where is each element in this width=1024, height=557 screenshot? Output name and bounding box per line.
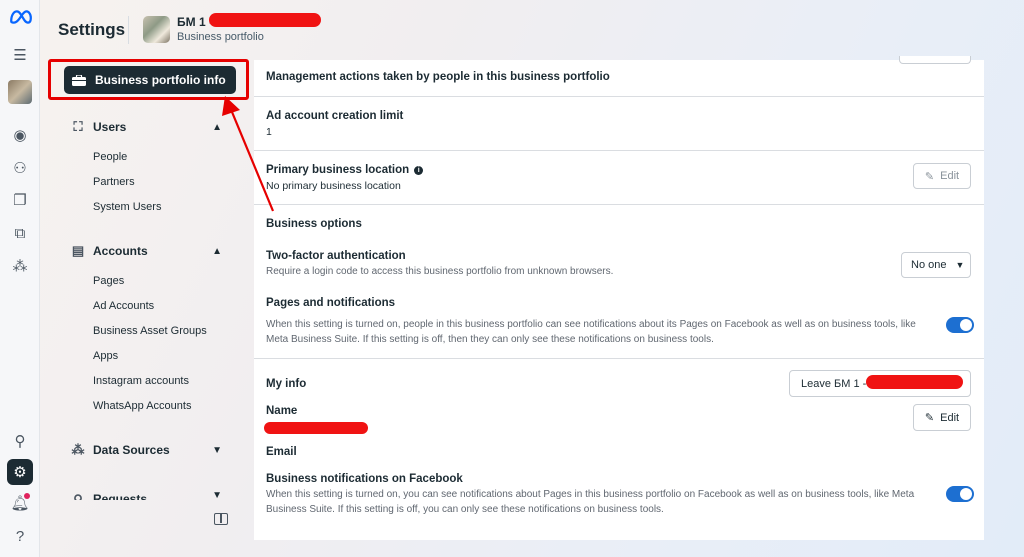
accounts-icon: ▤	[71, 243, 85, 258]
chevron-down-icon: ▼	[212, 492, 222, 500]
business-options-heading: Business options	[266, 218, 362, 230]
sidebar-section-data-sources[interactable]: ⁂ Data Sources ▼	[70, 442, 223, 458]
button-label: Edit	[940, 170, 960, 182]
sidebar-section-users[interactable]: ⛶ Users ▲	[70, 119, 222, 135]
two-factor-label: Two-factor authentication	[266, 250, 406, 262]
business-notifications-toggle[interactable]	[946, 486, 974, 502]
two-factor-desc: Require a login code to access this busi…	[266, 266, 614, 277]
page-title: Settings	[58, 20, 126, 39]
notification-badge	[24, 493, 30, 499]
collapse-sidebar-icon[interactable]	[214, 513, 228, 525]
sidebar-item-system-users[interactable]: System Users	[93, 201, 161, 213]
edit-location-button[interactable]: ✎ Edit	[913, 163, 971, 189]
sidebar-item-partners[interactable]: Partners	[93, 176, 135, 188]
redaction-mark	[866, 375, 963, 389]
info-icon[interactable]: i	[414, 166, 424, 175]
pages-notifications-toggle[interactable]	[946, 317, 974, 333]
pencil-icon: ✎	[924, 170, 935, 183]
help-icon[interactable]: ?	[7, 523, 33, 549]
sidebar-item-apps[interactable]: Apps	[93, 350, 118, 362]
requests-icon: ⚲	[73, 492, 83, 500]
assets-icon[interactable]: ⧉	[7, 220, 33, 246]
pages-icon[interactable]: ❐	[7, 187, 33, 213]
primary-location-label: Primary business location i	[266, 164, 424, 176]
my-info-heading: My info	[266, 378, 307, 390]
settings-sidebar: Business portfolio info ⛶ Users ▲ People…	[40, 60, 254, 557]
settings-gear-icon[interactable]: ⚙	[7, 459, 33, 485]
redaction-mark	[209, 13, 321, 27]
notifications-bell-icon[interactable]: 🔔︎	[7, 490, 33, 516]
sidebar-section-requests[interactable]: ⚲ Requests ▼	[70, 492, 222, 500]
portfolio-subtitle: Business portfolio	[177, 31, 264, 43]
sidebar-item-pages[interactable]: Pages	[93, 275, 124, 287]
business-notifications-desc: When this setting is turned on, you can …	[266, 489, 915, 515]
pages-notifications-label: Pages and notifications	[266, 297, 396, 309]
pages-notifications-desc: When this setting is turned on, people i…	[266, 319, 916, 345]
annotation-highlight-box	[48, 59, 249, 100]
email-label: Email	[266, 446, 297, 458]
portfolio-avatar[interactable]	[143, 16, 170, 43]
people-icon[interactable]: ⚇	[7, 155, 33, 181]
groups-icon[interactable]: ⁂	[7, 253, 33, 279]
button-label: Edit	[940, 411, 960, 424]
management-actions-label: Management actions taken by people in th…	[266, 71, 610, 83]
sidebar-item-business-asset-groups[interactable]: Business Asset Groups	[93, 325, 207, 337]
caret-down-icon: ▼	[955, 260, 965, 270]
ad-limit-label: Ad account creation limit	[266, 110, 404, 122]
menu-icon[interactable]: ☰	[7, 42, 33, 68]
sidebar-item-whatsapp-accounts[interactable]: WhatsApp Accounts	[93, 400, 191, 412]
icon-rail: ☰ ◉ ⚇ ❐ ⧉ ⁂ ⚲ ⚙ 🔔︎ ?	[0, 0, 40, 557]
primary-location-value: No primary business location	[266, 180, 401, 192]
business-notifications-label: Business notifications on Facebook	[266, 473, 463, 485]
meta-logo-icon[interactable]	[7, 8, 35, 26]
sidebar-item-instagram-accounts[interactable]: Instagram accounts	[93, 375, 189, 387]
divider	[254, 204, 984, 205]
section-label: Data Sources	[93, 443, 170, 457]
sidebar-section-accounts[interactable]: ▤ Accounts ▲	[70, 243, 222, 259]
business-info-panel: Management actions taken by people in th…	[254, 56, 984, 540]
section-label: Users	[93, 120, 127, 134]
divider	[254, 358, 984, 359]
header-divider	[128, 16, 129, 44]
two-factor-select[interactable]: No one ▼	[901, 252, 971, 278]
data-sources-icon: ⁂	[71, 442, 85, 457]
truncated-button[interactable]	[899, 56, 971, 64]
chevron-up-icon: ▲	[212, 245, 222, 257]
divider	[254, 96, 984, 97]
select-value: No one	[911, 259, 947, 271]
page-header: Settings БМ 1 - К Business portfolio	[40, 0, 1024, 60]
section-label: Accounts	[93, 244, 148, 258]
section-label: Requests	[93, 492, 148, 500]
edit-name-button[interactable]: ✎ Edit	[913, 404, 971, 431]
sidebar-item-ad-accounts[interactable]: Ad Accounts	[93, 300, 154, 312]
chevron-down-icon: ▼	[212, 444, 222, 456]
redaction-mark	[264, 422, 368, 434]
name-label: Name	[266, 405, 298, 417]
chevron-up-icon: ▲	[212, 121, 222, 133]
search-icon[interactable]: ⚲	[7, 428, 33, 454]
sidebar-item-people[interactable]: People	[93, 151, 127, 163]
pencil-icon: ✎	[924, 412, 935, 424]
navigate-icon[interactable]: ◉	[7, 122, 33, 148]
ad-limit-value: 1	[266, 126, 272, 138]
account-avatar[interactable]	[8, 80, 32, 104]
users-icon: ⛶	[73, 119, 83, 134]
divider	[254, 150, 984, 151]
